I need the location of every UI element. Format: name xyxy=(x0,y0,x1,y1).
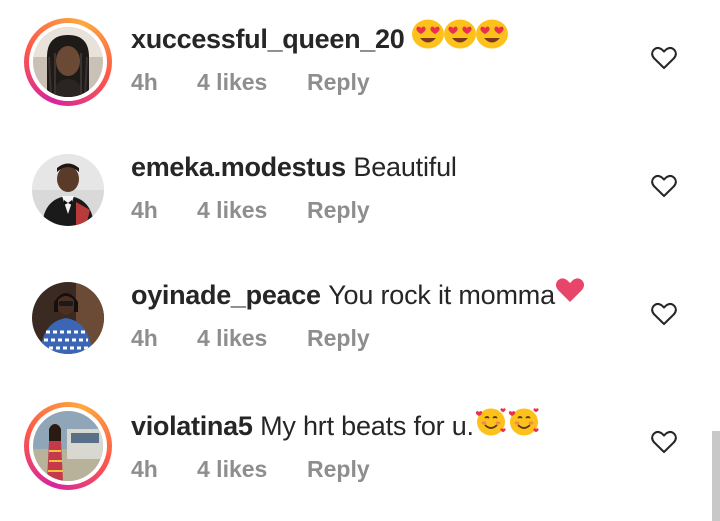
avatar[interactable] xyxy=(32,282,104,354)
heart-eyes-emoji xyxy=(443,19,476,56)
comment-line: emeka.modestus Beautiful xyxy=(131,151,457,183)
avatar[interactable] xyxy=(32,154,104,226)
smiling-face-with-hearts-emoji xyxy=(474,406,507,444)
comment-likes-count[interactable]: 4 likes xyxy=(197,455,267,483)
smiling-face-with-hearts-emoji xyxy=(507,406,540,444)
reply-button[interactable]: Reply xyxy=(307,324,370,352)
comment-line: oyinade_peace You rock it momma xyxy=(131,277,585,311)
avatar-image xyxy=(33,27,103,97)
reply-button[interactable]: Reply xyxy=(307,68,370,96)
comment-timestamp: 4h xyxy=(131,325,158,351)
comment-username[interactable]: emeka.modestus xyxy=(131,152,346,182)
avatar-image xyxy=(32,282,104,354)
avatar-story-ring[interactable] xyxy=(24,402,112,490)
heart-eyes-emoji xyxy=(475,19,508,56)
avatar-image xyxy=(32,154,104,226)
avatar[interactable] xyxy=(33,27,103,97)
comment-text: You rock it momma xyxy=(328,280,555,310)
comment-text: My hrt beats for u. xyxy=(260,411,474,441)
comment-likes-count[interactable]: 4 likes xyxy=(197,324,267,352)
comment-timestamp: 4h xyxy=(131,197,158,223)
comment-text: Beautiful xyxy=(353,152,457,182)
avatar-story-ring[interactable] xyxy=(24,18,112,106)
comment-likes-count[interactable]: 4 likes xyxy=(197,68,267,96)
comment-item: xuccessful_queen_20 4h 4 likes Reply xyxy=(0,0,720,128)
comment-item: oyinade_peace You rock it momma 4h 4 lik… xyxy=(0,256,720,384)
comment-likes-count[interactable]: 4 likes xyxy=(197,196,267,224)
comment-item: violatina5 My hrt beats for u. 4h 4 like… xyxy=(0,384,720,512)
comment-username[interactable]: oyinade_peace xyxy=(131,280,321,310)
avatar[interactable] xyxy=(33,411,103,481)
avatar-image xyxy=(33,411,103,481)
reply-button[interactable]: Reply xyxy=(307,455,370,483)
comment-item: emeka.modestus Beautiful 4h 4 likes Repl… xyxy=(0,128,720,256)
heart-outline-icon[interactable] xyxy=(651,430,677,454)
comment-line: violatina5 My hrt beats for u. xyxy=(131,408,540,444)
heart-outline-icon[interactable] xyxy=(651,302,677,326)
heart-outline-icon[interactable] xyxy=(651,46,677,70)
comment-timestamp: 4h xyxy=(131,456,158,482)
comment-username[interactable]: xuccessful_queen_20 xyxy=(131,24,405,54)
comment-timestamp: 4h xyxy=(131,69,158,95)
comment-line: xuccessful_queen_20 xyxy=(131,19,508,56)
heart-eyes-emoji xyxy=(411,19,444,56)
avatar-wrapper[interactable] xyxy=(24,274,112,362)
red-heart-emoji xyxy=(555,277,585,310)
scrollbar-thumb[interactable] xyxy=(712,431,720,521)
comment-username[interactable]: violatina5 xyxy=(131,411,253,441)
heart-outline-icon[interactable] xyxy=(651,174,677,198)
reply-button[interactable]: Reply xyxy=(307,196,370,224)
avatar-wrapper[interactable] xyxy=(24,146,112,234)
